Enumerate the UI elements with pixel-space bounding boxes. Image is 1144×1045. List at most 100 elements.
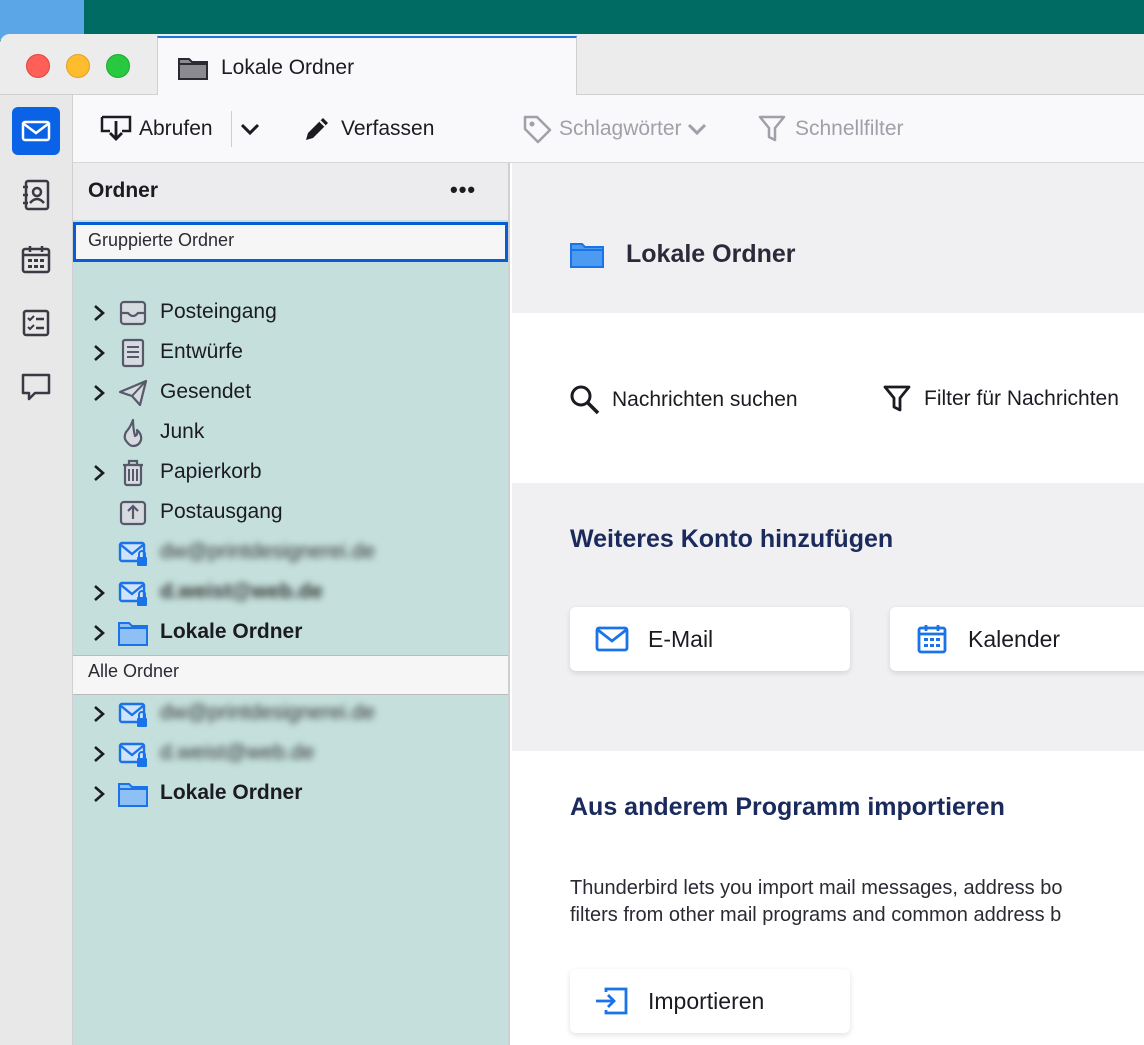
folder-row[interactable]: Lokale Ordner (73, 774, 508, 814)
account-central: Lokale Ordner Nachrichten suchen Filter … (512, 163, 1144, 1045)
add-account-section: Weiteres Konto hinzufügen E-Mail Kalende… (512, 483, 1144, 751)
more-options-button[interactable]: ••• (450, 177, 490, 203)
get-messages-menu-button[interactable] (239, 95, 261, 163)
chevron-right-icon[interactable] (91, 704, 107, 724)
folder-row[interactable]: Gesendet (73, 373, 508, 413)
calendar-icon (21, 246, 51, 274)
import-icon (596, 987, 628, 1015)
address-book-icon (23, 179, 50, 211)
folder-pane-header: Ordner ••• (73, 163, 508, 220)
import-button[interactable]: Importieren (570, 969, 850, 1033)
folder-label: Entwürfe (160, 340, 243, 363)
import-description-line-1: Thunderbird lets you import mail message… (570, 877, 1063, 899)
message-filters-label: Filter für Nachrichten (924, 387, 1119, 410)
toolbar-separator (231, 111, 232, 147)
folder-icon (570, 243, 604, 268)
address-book-space-button[interactable] (12, 171, 60, 219)
outbox-icon (119, 500, 147, 526)
chevron-right-icon[interactable] (91, 463, 107, 483)
chevron-right-icon[interactable] (91, 583, 107, 603)
filter-icon (758, 115, 786, 142)
add-email-account-button[interactable]: E-Mail (570, 607, 850, 671)
folder-label: Gesendet (160, 380, 252, 403)
chevron-right-icon[interactable] (91, 744, 107, 764)
folder-pane-title: Ordner (88, 179, 159, 202)
folder-row[interactable]: Postausgang (73, 493, 508, 533)
chevron-right-icon[interactable] (91, 303, 107, 323)
filter-icon (883, 385, 911, 412)
import-description: Thunderbird lets you import mail message… (570, 875, 1062, 929)
account-header: Lokale Ordner (512, 163, 1144, 313)
search-messages-label: Nachrichten suchen (612, 388, 798, 411)
folder-row[interactable]: Posteingang (73, 293, 508, 333)
zoom-window-button[interactable] (106, 54, 130, 78)
inbox-icon (119, 300, 147, 326)
folder-row[interactable]: Junk (73, 413, 508, 453)
search-messages-button[interactable]: Nachrichten suchen (568, 383, 798, 417)
mail-icon (21, 120, 51, 142)
chevron-right-icon[interactable] (91, 343, 107, 363)
import-description-line-2: filters from other mail programs and com… (570, 904, 1062, 926)
message-filters-button[interactable]: Filter für Nachrichten (882, 383, 1119, 415)
spaces-toolbar (0, 95, 73, 1045)
import-button-label: Importieren (648, 987, 765, 1014)
title-bar: Lokale Ordner (0, 34, 1144, 96)
grouped-folders-header[interactable]: Gruppierte Ordner (73, 222, 508, 262)
sent-icon (118, 379, 148, 407)
add-calendar-button[interactable]: Kalender (890, 607, 1144, 671)
folder-label: Lokale Ordner (160, 620, 303, 643)
folder-label: Postausgang (160, 500, 283, 523)
tasks-space-button[interactable] (12, 299, 60, 347)
folder-row[interactable]: Lokale Ordner (73, 613, 508, 653)
folder-icon (178, 58, 208, 80)
chevron-right-icon[interactable] (91, 383, 107, 403)
chat-space-button[interactable] (12, 363, 60, 411)
folder-row[interactable]: Papierkorb (73, 453, 508, 493)
import-section: Aus anderem Programm importieren Thunder… (512, 751, 1144, 1045)
get-messages-button[interactable]: Abrufen (99, 95, 213, 163)
tags-label: Schlagwörter (559, 117, 682, 140)
folder-label: dw@printdesignerei.de (160, 540, 376, 563)
tasks-icon (22, 309, 50, 337)
tab-lokale-ordner[interactable]: Lokale Ordner (157, 36, 577, 96)
all-folders-header[interactable]: Alle Ordner (73, 655, 508, 695)
chevron-right-icon[interactable] (91, 623, 107, 643)
mail-account-icon (118, 541, 147, 566)
mail-space-button[interactable] (12, 107, 60, 155)
folder-row[interactable]: d.weist@web.de (73, 573, 508, 613)
download-icon (100, 115, 132, 141)
close-window-button[interactable] (26, 54, 50, 78)
mail-account-icon (118, 702, 147, 727)
folder-icon (118, 783, 148, 807)
mail-icon (595, 626, 629, 652)
pencil-icon (306, 118, 328, 140)
folder-row[interactable]: dw@printdesignerei.de (73, 694, 508, 734)
mail-account-icon (118, 581, 147, 606)
folder-label: d.weist@web.de (160, 580, 323, 603)
email-card-label: E-Mail (648, 625, 714, 652)
folder-label: Junk (160, 420, 205, 443)
chevron-down-icon (687, 123, 706, 136)
tags-button[interactable]: Schlagwörter (521, 95, 708, 163)
add-account-title: Weiteres Konto hinzufügen (570, 525, 894, 553)
folder-label: Lokale Ordner (160, 781, 303, 804)
folder-row[interactable]: Entwürfe (73, 333, 508, 373)
folder-label: Papierkorb (160, 460, 262, 483)
trash-icon (123, 459, 143, 487)
folder-row[interactable]: d.weist@web.de (73, 734, 508, 774)
calendar-space-button[interactable] (12, 235, 60, 283)
search-icon (570, 385, 600, 415)
minimize-window-button[interactable] (66, 54, 90, 78)
mail-toolbar: Abrufen Verfassen Schlagwörter Schnellfi… (73, 95, 1144, 163)
chevron-right-icon[interactable] (91, 784, 107, 804)
quick-filter-label: Schnellfilter (795, 117, 904, 140)
drafts-icon (121, 338, 145, 368)
quick-filter-button[interactable]: Schnellfilter (757, 95, 904, 163)
folder-row[interactable]: dw@printdesignerei.de (73, 533, 508, 573)
folder-icon (118, 622, 148, 646)
tag-icon (523, 115, 552, 144)
chat-icon (21, 373, 51, 401)
junk-icon (123, 418, 143, 448)
compose-button[interactable]: Verfassen (301, 95, 434, 163)
import-title: Aus anderem Programm importieren (570, 793, 1005, 821)
